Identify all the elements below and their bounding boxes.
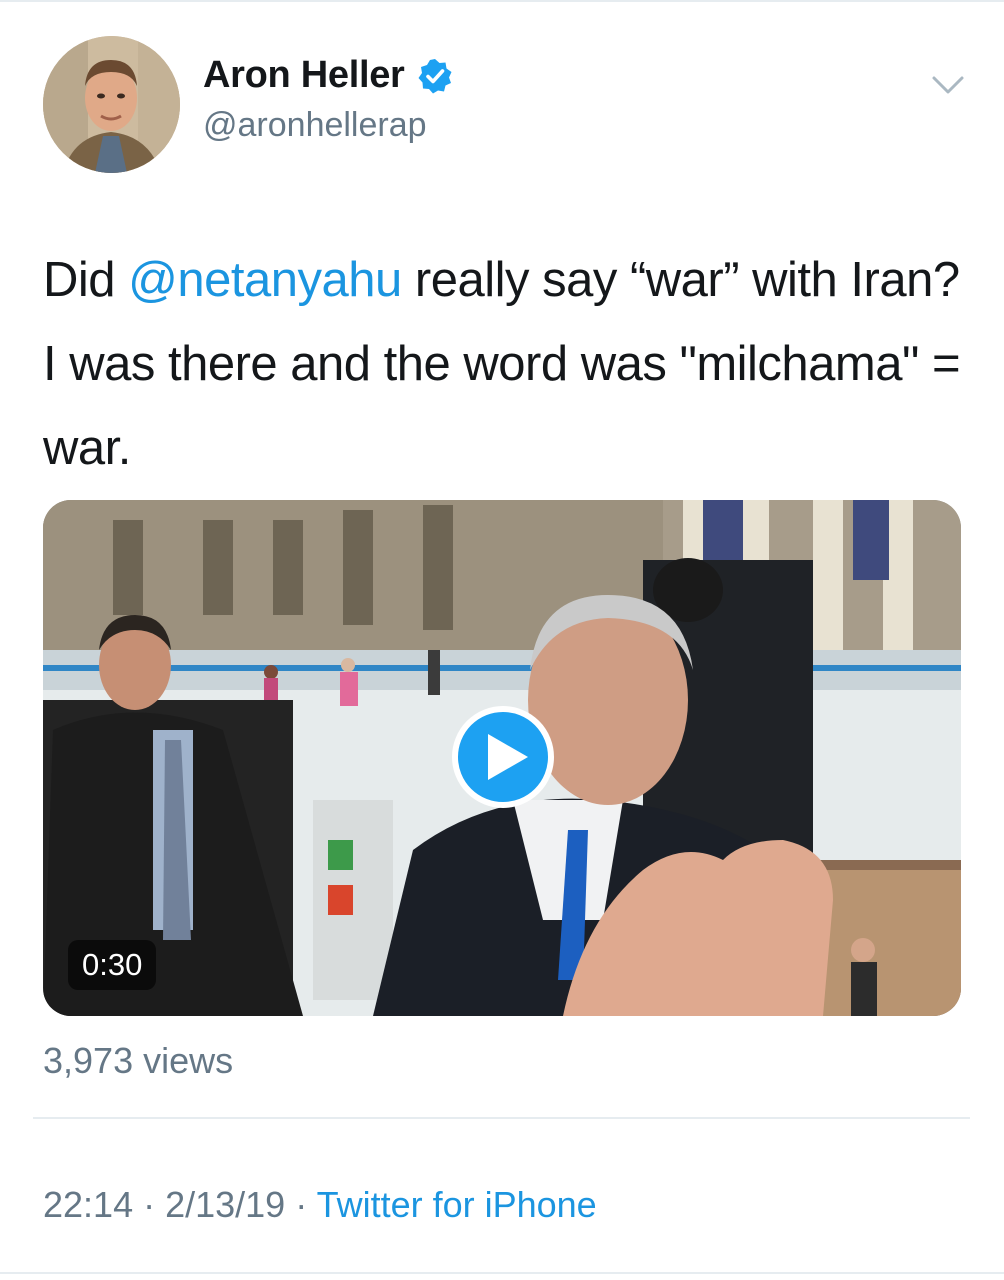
avatar-image xyxy=(43,36,180,173)
tweet-time[interactable]: 22:14 xyxy=(43,1184,133,1225)
play-button[interactable] xyxy=(452,706,554,808)
verified-badge-icon xyxy=(417,58,453,94)
author-display-name[interactable]: Aron Heller xyxy=(203,54,405,97)
tweet-metadata: 22:14 · 2/13/19 · Twitter for iPhone xyxy=(43,1184,597,1226)
tweet-text: Did @netanyahu really say “war” with Ira… xyxy=(43,238,973,490)
author-display-name-row[interactable]: Aron Heller xyxy=(203,54,453,97)
top-divider xyxy=(0,0,1004,2)
divider xyxy=(33,1117,970,1119)
meta-separator: · xyxy=(133,1184,166,1225)
mention-link[interactable]: @netanyahu xyxy=(128,253,402,307)
video-player[interactable]: 0:30 xyxy=(43,500,961,1016)
bottom-divider xyxy=(0,1272,1004,1274)
avatar[interactable] xyxy=(43,36,180,173)
play-icon xyxy=(488,734,528,780)
view-count: 3,973 views xyxy=(43,1040,234,1081)
author-handle[interactable]: @aronhellerap xyxy=(203,106,427,145)
chevron-down-icon[interactable] xyxy=(930,70,966,100)
video-duration: 0:30 xyxy=(68,940,157,990)
tweet-text-before: Did xyxy=(43,253,129,307)
tweet-source-link[interactable]: Twitter for iPhone xyxy=(317,1184,597,1225)
meta-separator: · xyxy=(285,1184,317,1225)
tweet-date[interactable]: 2/13/19 xyxy=(165,1184,285,1225)
